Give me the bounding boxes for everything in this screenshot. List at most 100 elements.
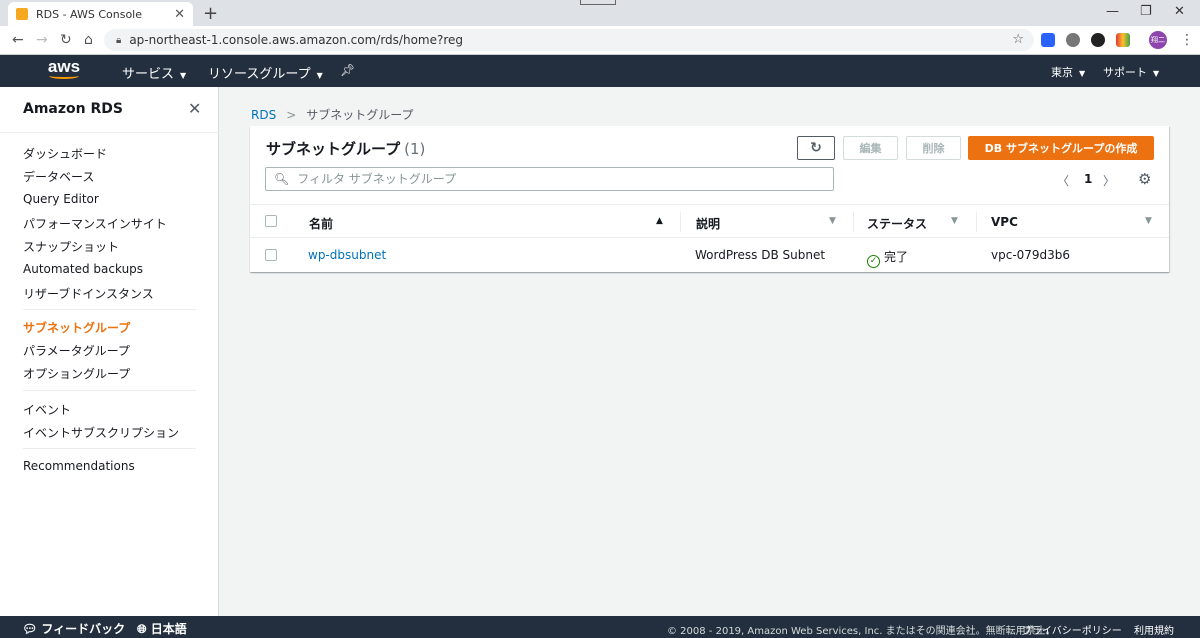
chevron-right-icon: > — [286, 108, 297, 122]
aws-top-navigation: aws サービス ▼ リソースグループ ▼ 📌︎ 東京 ▼ サポート ▼ — [0, 55, 1200, 87]
sort-desc-icon[interactable]: ▼ — [829, 216, 836, 226]
chevron-down-icon: ▼ — [1153, 69, 1160, 78]
breadcrumb-current: サブネットグループ — [306, 108, 414, 122]
vpc-cell: vpc-079d3b6 — [991, 248, 1071, 262]
terms-link[interactable]: 利用規約 — [1134, 622, 1174, 637]
column-header-status[interactable]: ステータス — [867, 215, 927, 232]
page-number[interactable]: 1 — [1084, 172, 1092, 186]
bookmark-star-icon[interactable]: ☆ — [1012, 32, 1024, 47]
browser-tab[interactable]: RDS - AWS Console ✕ — [8, 2, 193, 26]
subnet-groups-panel: サブネットグループ (1) ↻ 編集 削除 DB サブネットグループの作成 🔍︎ … — [250, 126, 1169, 272]
tab-title: RDS - AWS Console — [36, 7, 143, 21]
sidebar-item-option-groups[interactable]: オプショングループ — [23, 365, 130, 382]
url-text: ap-northeast-1.console.aws.amazon.com/rd… — [129, 33, 464, 47]
prev-page-icon[interactable]: 〈 — [1057, 172, 1069, 189]
sidebar-item-query-editor[interactable]: Query Editor — [23, 192, 99, 206]
table-row[interactable]: wp-dbsubnet WordPress DB Subnet ✓ 完了 vpc-… — [250, 238, 1169, 272]
refresh-icon: ↻ — [810, 140, 822, 156]
sort-asc-icon[interactable]: ▲ — [656, 216, 663, 226]
sidebar: Amazon RDS ✕ ダッシュボード データベース Query Editor… — [0, 87, 219, 616]
divider — [23, 309, 196, 310]
filter-search: 🔍︎ — [265, 167, 834, 191]
row-checkbox[interactable] — [265, 249, 277, 261]
sidebar-item-dashboard[interactable]: ダッシュボード — [23, 145, 107, 162]
address-bar[interactable]: 🔒︎ ap-northeast-1.console.aws.amazon.com… — [104, 29, 1034, 51]
divider — [0, 132, 219, 133]
breadcrumb-rds[interactable]: RDS — [251, 108, 276, 122]
extension-icon[interactable] — [1091, 33, 1105, 47]
sidebar-item-databases[interactable]: データベース — [23, 168, 94, 185]
aws-logo[interactable]: aws — [44, 58, 84, 84]
column-header-description[interactable]: 説明 — [696, 215, 720, 232]
new-tab-button[interactable]: + — [203, 3, 218, 24]
column-header-name[interactable]: 名前 — [309, 215, 333, 232]
tab-close-icon[interactable]: ✕ — [174, 7, 185, 22]
sidebar-item-snapshots[interactable]: スナップショット — [23, 238, 119, 255]
status-cell: ✓ 完了 — [867, 248, 908, 268]
search-icon: 🔍︎ — [274, 172, 290, 186]
sidebar-item-parameter-groups[interactable]: パラメータグループ — [23, 342, 130, 359]
home-icon[interactable]: ⌂ — [84, 32, 93, 48]
pin-icon[interactable]: 📌︎ — [340, 63, 355, 77]
table-header: 名前 ▲ 説明 ▼ ステータス ▼ VPC ▼ — [250, 204, 1169, 238]
filter-input[interactable] — [297, 172, 818, 186]
description-cell: WordPress DB Subnet — [695, 248, 826, 262]
resource-groups-menu[interactable]: リソースグループ ▼ — [208, 63, 323, 82]
copyright-text: © 2008 - 2019, Amazon Web Services, Inc.… — [667, 626, 1056, 637]
speech-bubble-icon: 💬︎ — [22, 622, 38, 636]
chevron-down-icon: ▼ — [180, 71, 187, 80]
lock-icon: 🔒︎ — [116, 34, 122, 46]
breadcrumb: RDS > サブネットグループ — [251, 106, 414, 123]
delete-button[interactable]: 削除 — [906, 136, 961, 160]
browser-toolbar: ← → ↻ ⌂ 🔒︎ ap-northeast-1.console.aws.am… — [0, 26, 1200, 55]
select-all-checkbox[interactable] — [265, 215, 277, 227]
globe-icon: 🌐︎ — [137, 622, 147, 636]
create-subnet-group-button[interactable]: DB サブネットグループの作成 — [968, 136, 1154, 160]
sidebar-item-performance-insights[interactable]: パフォーマンスインサイト — [23, 215, 167, 232]
panel-title: サブネットグループ (1) — [266, 140, 426, 158]
sidebar-item-events[interactable]: イベント — [23, 401, 71, 418]
region-selector[interactable]: 東京 ▼ — [1051, 64, 1085, 80]
close-icon[interactable]: ✕ — [188, 99, 201, 118]
edit-button[interactable]: 編集 — [843, 136, 898, 160]
gear-icon[interactable]: ⚙ — [1138, 170, 1151, 188]
extension-icon[interactable] — [1041, 33, 1055, 47]
minimize-button[interactable]: — — [1106, 4, 1119, 19]
language-selector[interactable]: 🌐︎ 日本語 — [137, 620, 187, 637]
reload-icon[interactable]: ↻ — [60, 32, 72, 48]
sidebar-item-reserved-instances[interactable]: リザーブドインスタンス — [23, 285, 154, 302]
browser-menu-icon[interactable]: ⋮ — [1180, 32, 1194, 48]
privacy-policy-link[interactable]: プライバシーポリシー — [1022, 622, 1122, 637]
feedback-link[interactable]: 💬︎ フィードバック — [22, 620, 125, 637]
divider — [23, 390, 196, 391]
profile-avatar[interactable]: 翔二 — [1149, 31, 1167, 49]
tab-search-handle — [580, 0, 616, 5]
extension-icon[interactable] — [1116, 33, 1130, 47]
extension-icon[interactable] — [1066, 33, 1080, 47]
sidebar-item-automated-backups[interactable]: Automated backups — [23, 262, 143, 276]
sidebar-item-subnet-groups[interactable]: サブネットグループ — [23, 319, 130, 336]
aws-favicon-icon — [16, 8, 28, 20]
refresh-button[interactable]: ↻ — [797, 136, 835, 160]
sidebar-item-event-subscriptions[interactable]: イベントサブスクリプション — [23, 424, 179, 441]
chevron-down-icon: ▼ — [1079, 69, 1086, 78]
sidebar-title: Amazon RDS — [23, 101, 123, 117]
check-circle-icon: ✓ — [867, 255, 880, 268]
support-menu[interactable]: サポート ▼ — [1103, 64, 1159, 80]
services-menu[interactable]: サービス ▼ — [122, 63, 186, 82]
chevron-down-icon: ▼ — [316, 71, 323, 80]
sidebar-item-recommendations[interactable]: Recommendations — [23, 459, 135, 473]
item-count: (1) — [404, 140, 426, 158]
sort-desc-icon[interactable]: ▼ — [1145, 216, 1152, 226]
next-page-icon[interactable]: 〉 — [1103, 172, 1115, 189]
window-close-button[interactable]: ✕ — [1174, 4, 1185, 19]
forward-icon[interactable]: → — [36, 32, 48, 48]
footer: 💬︎ フィードバック 🌐︎ 日本語 © 2008 - 2019, Amazon … — [0, 616, 1200, 638]
divider — [23, 448, 196, 449]
subnet-group-name-link[interactable]: wp-dbsubnet — [308, 248, 386, 262]
browser-tab-strip: RDS - AWS Console ✕ + — ❐ ✕ — [0, 0, 1200, 26]
column-header-vpc[interactable]: VPC — [991, 215, 1018, 229]
maximize-button[interactable]: ❐ — [1140, 4, 1152, 19]
back-icon[interactable]: ← — [12, 32, 24, 48]
sort-desc-icon[interactable]: ▼ — [951, 216, 958, 226]
